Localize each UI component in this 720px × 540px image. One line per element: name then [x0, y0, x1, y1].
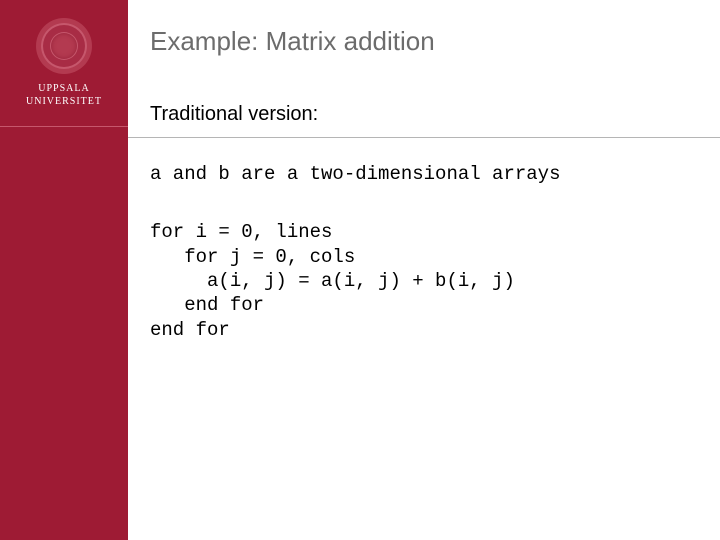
- sidebar-divider: [0, 126, 128, 127]
- code-line: a(i, j) = a(i, j) + b(i, j): [150, 270, 515, 292]
- code-description: a and b are a two-dimensional arrays: [150, 162, 690, 186]
- code-line: end for: [150, 319, 230, 341]
- slide-title: Example: Matrix addition: [150, 26, 690, 57]
- sidebar: UPPSALA UNIVERSITET: [0, 0, 128, 540]
- code-block: for i = 0, lines for j = 0, cols a(i, j)…: [150, 220, 690, 342]
- slide-subtitle: Traditional version:: [150, 103, 690, 126]
- university-name-line1: UPPSALA: [38, 83, 89, 94]
- code-line: end for: [150, 294, 264, 316]
- code-line: for i = 0, lines: [150, 221, 332, 243]
- university-name: UPPSALA UNIVERSITET: [0, 82, 128, 108]
- code-line: for j = 0, cols: [150, 246, 355, 268]
- slide-content: Example: Matrix addition Traditional ver…: [150, 26, 690, 376]
- university-name-line2: UNIVERSITET: [26, 96, 102, 107]
- university-seal-icon: [36, 18, 92, 74]
